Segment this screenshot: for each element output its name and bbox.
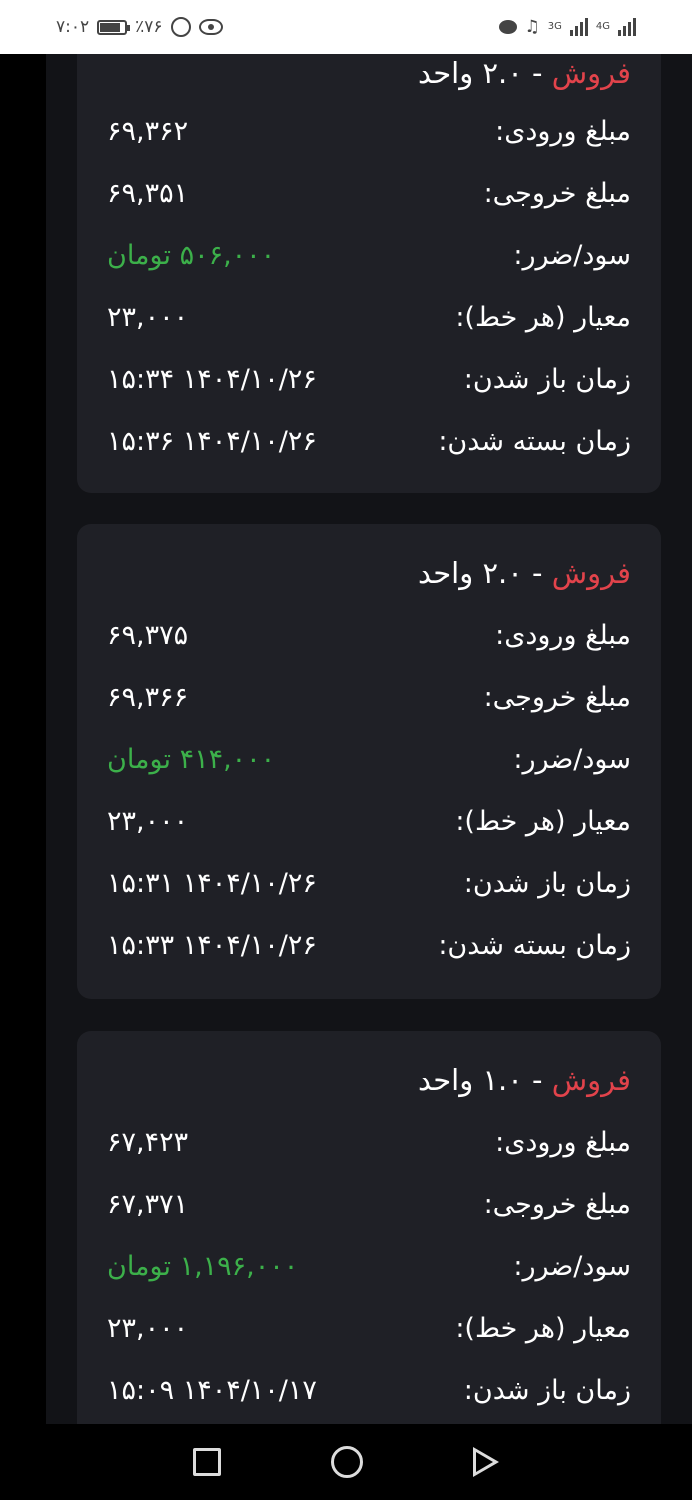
pnl-label: سود/ضرر:	[513, 743, 631, 775]
row-open: زمان باز شدن: ۱۴۰۴/۱۰/۱۷ ۱۵:۰۹	[107, 1365, 631, 1415]
pnl-value: ۴۱۴,۰۰۰ تومان	[107, 743, 276, 775]
row-entry: مبلغ ورودی: ۶۷,۴۲۳	[107, 1117, 631, 1167]
network-3g-label: 3G	[547, 21, 562, 32]
entry-value: ۶۹,۳۷۵	[107, 619, 189, 651]
pip-value: ۲۳,۰۰۰	[107, 301, 189, 333]
trade-title: فروش - ۲.۰ واحد	[418, 548, 631, 598]
trade-side: فروش	[551, 556, 631, 590]
recents-square-icon[interactable]	[193, 1448, 221, 1476]
trade-history-list[interactable]: فروش - ۲.۰ واحد مبلغ ورودی: ۶۹,۳۶۲ مبلغ …	[46, 54, 692, 1424]
open-label: زمان باز شدن:	[463, 363, 631, 395]
row-pnl: سود/ضرر: ۵۰۶,۰۰۰ تومان	[107, 230, 631, 280]
row-close: زمان بسته شدن: ۱۴۰۴/۱۰/۲۶ ۱۵:۳۳	[107, 920, 631, 970]
status-left: ۷:۰۲ ٪۷۶	[56, 17, 223, 37]
music-note-icon: ♫	[524, 17, 540, 37]
row-pnl: سود/ضرر: ۴۱۴,۰۰۰ تومان	[107, 734, 631, 784]
system-nav-bar	[0, 1424, 692, 1500]
open-value: ۱۴۰۴/۱۰/۲۶ ۱۵:۳۴	[107, 363, 317, 395]
back-triangle-icon[interactable]	[473, 1447, 499, 1477]
close-value: ۱۴۰۴/۱۰/۲۶ ۱۵:۳۳	[107, 929, 317, 961]
pnl-value: ۱,۱۹۶,۰۰۰ تومان	[107, 1250, 299, 1282]
trade-card[interactable]: فروش - ۲.۰ واحد مبلغ ورودی: ۶۹,۳۷۵ مبلغ …	[77, 524, 661, 999]
network-4g-label: 4G	[595, 21, 610, 32]
open-label: زمان باز شدن:	[463, 1374, 631, 1406]
trade-side: فروش	[551, 56, 631, 90]
row-entry: مبلغ ورودی: ۶۹,۳۷۵	[107, 610, 631, 660]
close-value: ۱۴۰۴/۱۰/۲۶ ۱۵:۳۶	[107, 425, 317, 457]
exit-label: مبلغ خروجی:	[483, 681, 631, 713]
open-value: ۱۴۰۴/۱۰/۲۶ ۱۵:۳۱	[107, 867, 317, 899]
entry-label: مبلغ ورودی:	[495, 1126, 631, 1158]
row-exit: مبلغ خروجی: ۶۷,۳۷۱	[107, 1179, 631, 1229]
trade-side: فروش	[551, 1063, 631, 1097]
close-label: زمان بسته شدن:	[438, 929, 631, 961]
pip-label: معیار (هر خط):	[455, 805, 631, 837]
home-circle-icon[interactable]	[331, 1446, 363, 1478]
open-label: زمان باز شدن:	[463, 867, 631, 899]
row-pip: معیار (هر خط): ۲۳,۰۰۰	[107, 1303, 631, 1353]
clock: ۷:۰۲	[56, 17, 90, 37]
eye-icon	[198, 19, 223, 35]
row-entry: مبلغ ورودی: ۶۹,۳۶۲	[107, 106, 631, 156]
exit-label: مبلغ خروجی:	[483, 1188, 631, 1220]
battery-percent: ٪۷۶	[135, 17, 163, 37]
trade-card[interactable]: فروش - ۱.۰ واحد مبلغ ورودی: ۶۷,۴۲۳ مبلغ …	[77, 1031, 661, 1424]
entry-label: مبلغ ورودی:	[495, 115, 631, 147]
close-label: زمان بسته شدن:	[438, 425, 631, 457]
entry-value: ۶۹,۳۶۲	[107, 115, 189, 147]
battery-icon	[97, 19, 131, 35]
row-open: زمان باز شدن: ۱۴۰۴/۱۰/۲۶ ۱۵:۳۱	[107, 858, 631, 908]
pip-value: ۲۳,۰۰۰	[107, 1312, 189, 1344]
chat-bubble-icon	[498, 20, 517, 34]
pnl-value: ۵۰۶,۰۰۰ تومان	[107, 239, 276, 271]
status-right: ♫ 3G 4G	[498, 17, 636, 37]
entry-label: مبلغ ورودی:	[495, 619, 631, 651]
trade-qty: - ۲.۰ واحد	[418, 56, 552, 90]
exit-value: ۶۷,۳۷۱	[107, 1188, 189, 1220]
status-bar: ۷:۰۲ ٪۷۶ ♫ 3G 4G	[0, 0, 692, 54]
pip-value: ۲۳,۰۰۰	[107, 805, 189, 837]
alarm-icon	[170, 17, 191, 37]
exit-value: ۶۹,۳۶۶	[107, 681, 189, 713]
row-exit: مبلغ خروجی: ۶۹,۳۵۱	[107, 168, 631, 218]
pnl-label: سود/ضرر:	[513, 1250, 631, 1282]
exit-value: ۶۹,۳۵۱	[107, 177, 189, 209]
row-pip: معیار (هر خط): ۲۳,۰۰۰	[107, 796, 631, 846]
open-value: ۱۴۰۴/۱۰/۱۷ ۱۵:۰۹	[107, 1374, 317, 1406]
pip-label: معیار (هر خط):	[455, 301, 631, 333]
trade-card[interactable]: فروش - ۲.۰ واحد مبلغ ورودی: ۶۹,۳۶۲ مبلغ …	[77, 54, 661, 493]
trade-qty: - ۱.۰ واحد	[418, 1063, 552, 1097]
pip-label: معیار (هر خط):	[455, 1312, 631, 1344]
row-close: زمان بسته شدن: ۱۴۰۴/۱۰/۲۶ ۱۵:۳۶	[107, 416, 631, 466]
entry-value: ۶۷,۴۲۳	[107, 1126, 189, 1158]
row-pip: معیار (هر خط): ۲۳,۰۰۰	[107, 292, 631, 342]
pnl-label: سود/ضرر:	[513, 239, 631, 271]
trade-qty: - ۲.۰ واحد	[418, 556, 552, 590]
row-exit: مبلغ خروجی: ۶۹,۳۶۶	[107, 672, 631, 722]
trade-title: فروش - ۲.۰ واحد	[418, 54, 631, 98]
trade-title: فروش - ۱.۰ واحد	[418, 1055, 631, 1105]
signal-icon-2	[618, 18, 636, 36]
row-open: زمان باز شدن: ۱۴۰۴/۱۰/۲۶ ۱۵:۳۴	[107, 354, 631, 404]
signal-icon	[569, 18, 588, 36]
exit-label: مبلغ خروجی:	[483, 177, 631, 209]
row-pnl: سود/ضرر: ۱,۱۹۶,۰۰۰ تومان	[107, 1241, 631, 1291]
